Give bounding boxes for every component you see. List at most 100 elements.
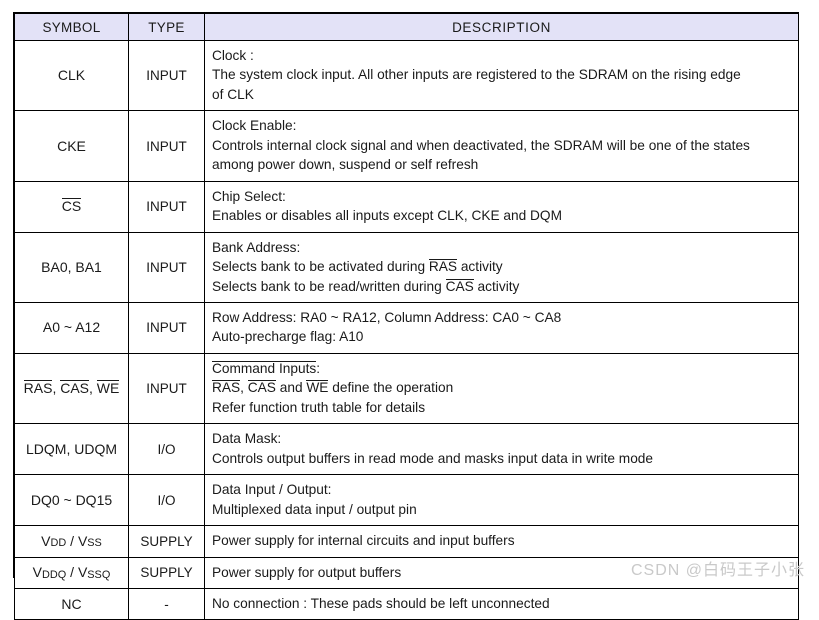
table-row: CLK INPUT Clock : The system clock input. A… bbox=[14, 39, 799, 112]
table-row: VDD / VSS SUPPLY Power supply for internal… bbox=[14, 525, 799, 558]
description-line: The system clock input. All other inputs… bbox=[212, 67, 741, 83]
description-line: RAS, CAS and WE define the operation bbox=[212, 380, 454, 396]
cell-type: I/O bbox=[128, 474, 205, 527]
cell-description: Power supply for output buffers bbox=[204, 556, 799, 589]
overline-text: CAS bbox=[247, 380, 276, 396]
symbol-text: A0 ~ A12 bbox=[42, 319, 101, 336]
cell-symbol: VDD / VSS bbox=[14, 525, 129, 558]
cell-description: Chip Select: Enables or disables all inpu… bbox=[204, 180, 799, 233]
table-header-row: SYMBOL TYPE DESCRIPTION bbox=[14, 13, 799, 41]
overline-text: CS bbox=[61, 198, 82, 215]
pin-description-table: SYMBOL TYPE DESCRIPTION CLK INPUT Clock : T… bbox=[14, 13, 799, 620]
symbol-text: LDQM, UDQM bbox=[26, 440, 117, 457]
description-line: Row Address: RA0 ~ RA12, Column Address:… bbox=[212, 309, 562, 325]
symbol-base: V bbox=[77, 564, 88, 581]
cell-type: INPUT bbox=[128, 352, 205, 425]
symbol-text: DQ0 ~ DQ15 bbox=[30, 491, 113, 508]
overline-text: RAS bbox=[23, 380, 53, 397]
description-line: Refer function truth table for details bbox=[212, 399, 426, 415]
cell-symbol: LDQM, UDQM bbox=[14, 423, 129, 476]
description-line: Power supply for output buffers bbox=[212, 564, 402, 580]
symbol-subscript: SS bbox=[87, 537, 102, 550]
description-line: Controls internal clock signal and when … bbox=[212, 137, 750, 153]
symbol-text: NC bbox=[61, 595, 82, 612]
cell-type: INPUT bbox=[128, 301, 205, 354]
cell-type: INPUT bbox=[128, 231, 205, 303]
cell-symbol: CLK bbox=[14, 39, 129, 112]
table-row: CKE INPUT Clock Enable: Controls internal c… bbox=[14, 110, 799, 182]
cell-symbol: VDDQ / VSSQ bbox=[14, 556, 129, 589]
cell-description: Clock Enable: Controls internal clock sig… bbox=[204, 110, 799, 182]
cell-symbol: CKE bbox=[14, 110, 129, 182]
description-line: Selects bank to be activated during RAS … bbox=[212, 259, 503, 275]
description-line: Clock : bbox=[212, 48, 254, 63]
cell-type: INPUT bbox=[128, 39, 205, 112]
description-line: Auto-precharge flag: A10 bbox=[212, 329, 364, 345]
cell-symbol: BA0, BA1 bbox=[14, 231, 129, 303]
table-row: A0 ~ A12 INPUT Row Address: RA0 ~ RA12, Co… bbox=[14, 301, 799, 354]
cell-symbol: A0 ~ A12 bbox=[14, 301, 129, 354]
description-line: Command Inputs: bbox=[212, 360, 321, 376]
cell-symbol: DQ0 ~ DQ15 bbox=[14, 474, 129, 527]
symbol-text: BA0, BA1 bbox=[41, 258, 102, 275]
description-line: Bank Address: bbox=[212, 239, 301, 255]
cell-description: Command Inputs: RAS, CAS and WE define th… bbox=[204, 352, 799, 425]
symbol-base: V bbox=[41, 532, 51, 549]
table-body: CLK INPUT Clock : The system clock input. A… bbox=[14, 39, 799, 620]
cell-description: No connection : These pads should be lef… bbox=[204, 587, 799, 620]
cell-type: SUPPLY bbox=[128, 525, 205, 558]
cell-type: - bbox=[128, 587, 205, 620]
page-root: SYMBOL TYPE DESCRIPTION CLK INPUT Clock : T… bbox=[0, 0, 819, 620]
overline-text: Command Inputs bbox=[212, 360, 317, 376]
table-row: BA0, BA1 INPUT Bank Address: Selects bank t… bbox=[14, 231, 799, 303]
description-line: of CLK bbox=[212, 86, 254, 102]
table-row: VDDQ / VSSQ SUPPLY Power supply for output… bbox=[14, 556, 799, 589]
description-line: Selects bank to be read/written during C… bbox=[212, 278, 520, 294]
cell-symbol: RAS, CAS, WE bbox=[14, 352, 129, 425]
symbol-base: V bbox=[32, 564, 43, 581]
cell-description: Data Mask: Controls output buffers in rea… bbox=[204, 423, 799, 476]
column-header-symbol: SYMBOL bbox=[14, 13, 129, 41]
description-line: No connection : These pads should be lef… bbox=[212, 595, 550, 611]
table-row: DQ0 ~ DQ15 I/O Data Input / Output: Multipl… bbox=[14, 474, 799, 527]
cell-description: Bank Address: Selects bank to be activate… bbox=[204, 231, 799, 303]
overline-text: RAS bbox=[428, 259, 458, 275]
overline-text: RAS bbox=[212, 380, 241, 396]
cell-description: Data Input / Output: Multiplexed data inp… bbox=[204, 474, 799, 527]
cell-description: Row Address: RA0 ~ RA12, Column Address:… bbox=[204, 301, 799, 354]
symbol-subscript: DDQ bbox=[42, 568, 67, 581]
description-line: among power down, suspend or self refres… bbox=[212, 157, 479, 173]
description-line: Chip Select: bbox=[212, 188, 286, 204]
table-row: NC - No connection : These pads should be … bbox=[14, 587, 799, 620]
overline-text: CAS bbox=[445, 278, 474, 294]
description-line: Data Input / Output: bbox=[212, 482, 332, 498]
cell-description: Power supply for internal circuits and i… bbox=[204, 525, 799, 558]
symbol-subscript: SSQ bbox=[87, 568, 111, 581]
cell-type: INPUT bbox=[128, 180, 205, 233]
description-line: Clock Enable: bbox=[212, 118, 297, 134]
symbol-subscript: DD bbox=[50, 537, 67, 550]
cell-type: SUPPLY bbox=[128, 556, 205, 589]
cell-description: Clock : The system clock input. All other… bbox=[204, 39, 799, 112]
table-row: LDQM, UDQM I/O Data Mask: Controls output b… bbox=[14, 423, 799, 476]
cell-type: INPUT bbox=[128, 110, 205, 182]
description-line: Data Mask: bbox=[212, 431, 282, 447]
overline-text: CAS bbox=[60, 380, 90, 397]
table-header: SYMBOL TYPE DESCRIPTION bbox=[14, 13, 799, 41]
description-line: Power supply for internal circuits and i… bbox=[212, 533, 515, 549]
overline-text: WE bbox=[96, 380, 120, 397]
cell-type: I/O bbox=[128, 423, 205, 476]
column-header-type: TYPE bbox=[128, 13, 205, 41]
cell-symbol: NC bbox=[14, 587, 129, 620]
description-line: Multiplexed data input / output pin bbox=[212, 501, 417, 517]
symbol-text: CKE bbox=[57, 137, 86, 154]
column-header-description: DESCRIPTION bbox=[204, 13, 799, 41]
description-line: Enables or disables all inputs except CL… bbox=[212, 208, 562, 224]
symbol-text: CLK bbox=[57, 67, 86, 84]
description-line: Controls output buffers in read mode and… bbox=[212, 450, 654, 466]
table-row: RAS, CAS, WE INPUT Command Inputs: RAS, CAS… bbox=[14, 352, 799, 425]
cell-symbol: CS bbox=[14, 180, 129, 233]
overline-text: WE bbox=[306, 380, 329, 396]
symbol-base: V bbox=[77, 532, 88, 549]
table-row: CS INPUT Chip Select: Enables or disables a… bbox=[14, 180, 799, 233]
